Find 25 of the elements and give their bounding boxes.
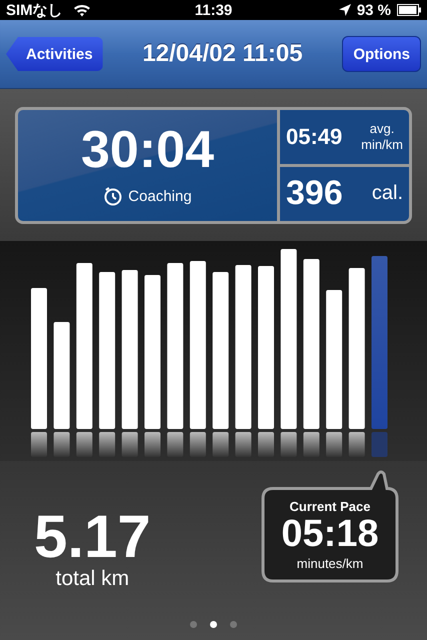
page-dot[interactable] — [230, 621, 237, 628]
current-pace-unit: minutes/km — [296, 556, 364, 571]
average-unit: min/km — [361, 136, 403, 152]
back-button[interactable]: Activities — [6, 37, 103, 71]
coaching-label: Coaching — [128, 188, 192, 204]
average-pace-value: 05:49 — [286, 124, 342, 150]
carrier-name: SIMなし — [6, 0, 63, 20]
current-pace-title: Current Pace — [290, 499, 370, 514]
current-pace-value: 05:18 — [281, 514, 379, 556]
options-button[interactable]: Options — [342, 36, 421, 72]
nav-title: 12/04/02 11:05 — [142, 40, 303, 68]
distance-value: 5.17 — [34, 507, 151, 567]
page-dot[interactable] — [210, 621, 217, 628]
average-label: avg. — [370, 120, 394, 136]
wifi-icon — [72, 4, 91, 16]
page-dot[interactable] — [190, 621, 197, 628]
distance-unit: total km — [56, 567, 130, 591]
calories-unit: cal. — [372, 182, 403, 205]
calories-value: 396 — [286, 174, 343, 213]
stopwatch-icon — [103, 186, 124, 206]
clock-time: 11:39 — [194, 2, 232, 18]
location-arrow-icon — [338, 4, 351, 16]
duration-value: 30:04 — [81, 124, 214, 176]
battery-icon — [397, 4, 422, 16]
battery-percent: 93 % — [356, 2, 392, 18]
